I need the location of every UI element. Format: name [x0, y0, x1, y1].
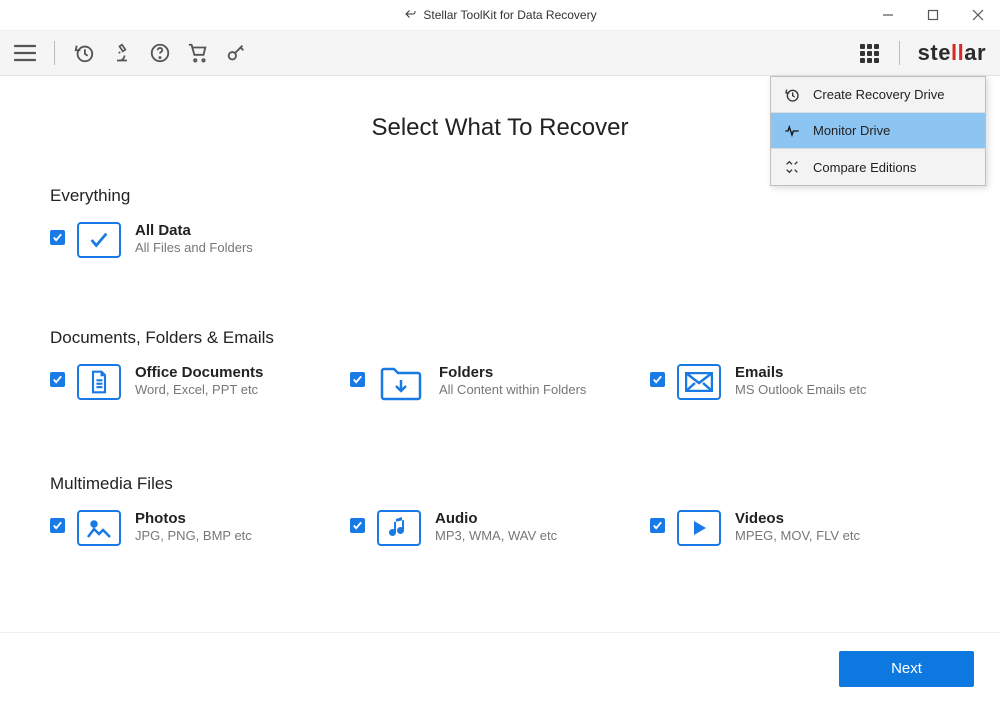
section-header: Documents, Folders & Emails — [50, 328, 950, 348]
checkbox[interactable] — [350, 372, 365, 387]
item-subtitle: JPG, PNG, BMP etc — [135, 528, 252, 543]
help-icon[interactable] — [149, 42, 171, 64]
item-subtitle: All Content within Folders — [439, 382, 586, 397]
section-multimedia: Multimedia Files Photos JPG, PNG, BMP et… — [50, 474, 950, 546]
item-subtitle: MS Outlook Emails etc — [735, 382, 867, 397]
menu-compare-editions[interactable]: Compare Editions — [771, 149, 985, 185]
minimize-button[interactable] — [865, 0, 910, 30]
folder-icon — [377, 364, 425, 404]
next-button[interactable]: Next — [839, 651, 974, 687]
item-title: Emails — [735, 364, 867, 381]
section-header: Multimedia Files — [50, 474, 950, 494]
menu-item-label: Create Recovery Drive — [813, 87, 945, 102]
section-documents: Documents, Folders & Emails Office Docum… — [50, 328, 950, 404]
item-subtitle: MPEG, MOV, FLV etc — [735, 528, 860, 543]
microscope-icon[interactable] — [111, 42, 133, 64]
item-audio[interactable]: Audio MP3, WMA, WAV etc — [350, 510, 650, 546]
compare-icon — [783, 159, 801, 175]
toolbar-separator — [899, 41, 900, 65]
item-title: Audio — [435, 510, 557, 527]
cart-icon[interactable] — [187, 42, 209, 64]
item-subtitle: All Files and Folders — [135, 240, 253, 255]
title-bar: Stellar ToolKit for Data Recovery — [0, 0, 1000, 30]
check-icon — [77, 222, 121, 258]
checkbox[interactable] — [50, 372, 65, 387]
item-subtitle: Word, Excel, PPT etc — [135, 382, 263, 397]
checkbox[interactable] — [50, 518, 65, 533]
item-photos[interactable]: Photos JPG, PNG, BMP etc — [50, 510, 350, 546]
window-controls — [865, 0, 1000, 30]
menu-item-label: Monitor Drive — [813, 123, 890, 138]
item-title: Photos — [135, 510, 252, 527]
document-icon — [77, 364, 121, 400]
item-title: Videos — [735, 510, 860, 527]
menu-item-label: Compare Editions — [813, 160, 916, 175]
item-office-documents[interactable]: Office Documents Word, Excel, PPT etc — [50, 364, 350, 404]
window-title-wrap: Stellar ToolKit for Data Recovery — [403, 8, 596, 23]
checkbox[interactable] — [350, 518, 365, 533]
close-button[interactable] — [955, 0, 1000, 30]
window-title: Stellar ToolKit for Data Recovery — [423, 8, 596, 22]
history-icon[interactable] — [73, 42, 95, 64]
apps-dropdown-menu: Create Recovery Drive Monitor Drive Comp… — [770, 76, 986, 186]
play-icon — [677, 510, 721, 546]
item-folders[interactable]: Folders All Content within Folders — [350, 364, 650, 404]
section-header: Everything — [50, 186, 950, 206]
key-icon[interactable] — [225, 42, 247, 64]
item-title: Office Documents — [135, 364, 263, 381]
toolbar-left — [14, 41, 247, 65]
item-all-data[interactable]: All Data All Files and Folders — [50, 222, 350, 258]
toolbar-right: stellar — [859, 40, 986, 66]
item-title: All Data — [135, 222, 253, 239]
menu-monitor-drive[interactable]: Monitor Drive — [771, 113, 985, 149]
footer: Next — [0, 632, 1000, 704]
back-arrow-icon — [403, 8, 417, 23]
item-title: Folders — [439, 364, 586, 381]
item-subtitle: MP3, WMA, WAV etc — [435, 528, 557, 543]
toolbar: stellar — [0, 30, 1000, 76]
maximize-button[interactable] — [910, 0, 955, 30]
mail-icon — [677, 364, 721, 400]
brand-logo: stellar — [918, 40, 986, 66]
checkbox[interactable] — [650, 518, 665, 533]
checkbox[interactable] — [650, 372, 665, 387]
checkbox[interactable] — [50, 230, 65, 245]
section-everything: Everything All Data All Files and Folder… — [50, 186, 950, 258]
pulse-icon — [783, 123, 801, 139]
item-emails[interactable]: Emails MS Outlook Emails etc — [650, 364, 950, 404]
toolbar-separator — [54, 41, 55, 65]
hamburger-menu-icon[interactable] — [14, 42, 36, 64]
clock-icon — [783, 87, 801, 103]
menu-create-recovery-drive[interactable]: Create Recovery Drive — [771, 77, 985, 113]
item-videos[interactable]: Videos MPEG, MOV, FLV etc — [650, 510, 950, 546]
image-icon — [77, 510, 121, 546]
music-icon — [377, 510, 421, 546]
apps-grid-icon[interactable] — [859, 42, 881, 64]
